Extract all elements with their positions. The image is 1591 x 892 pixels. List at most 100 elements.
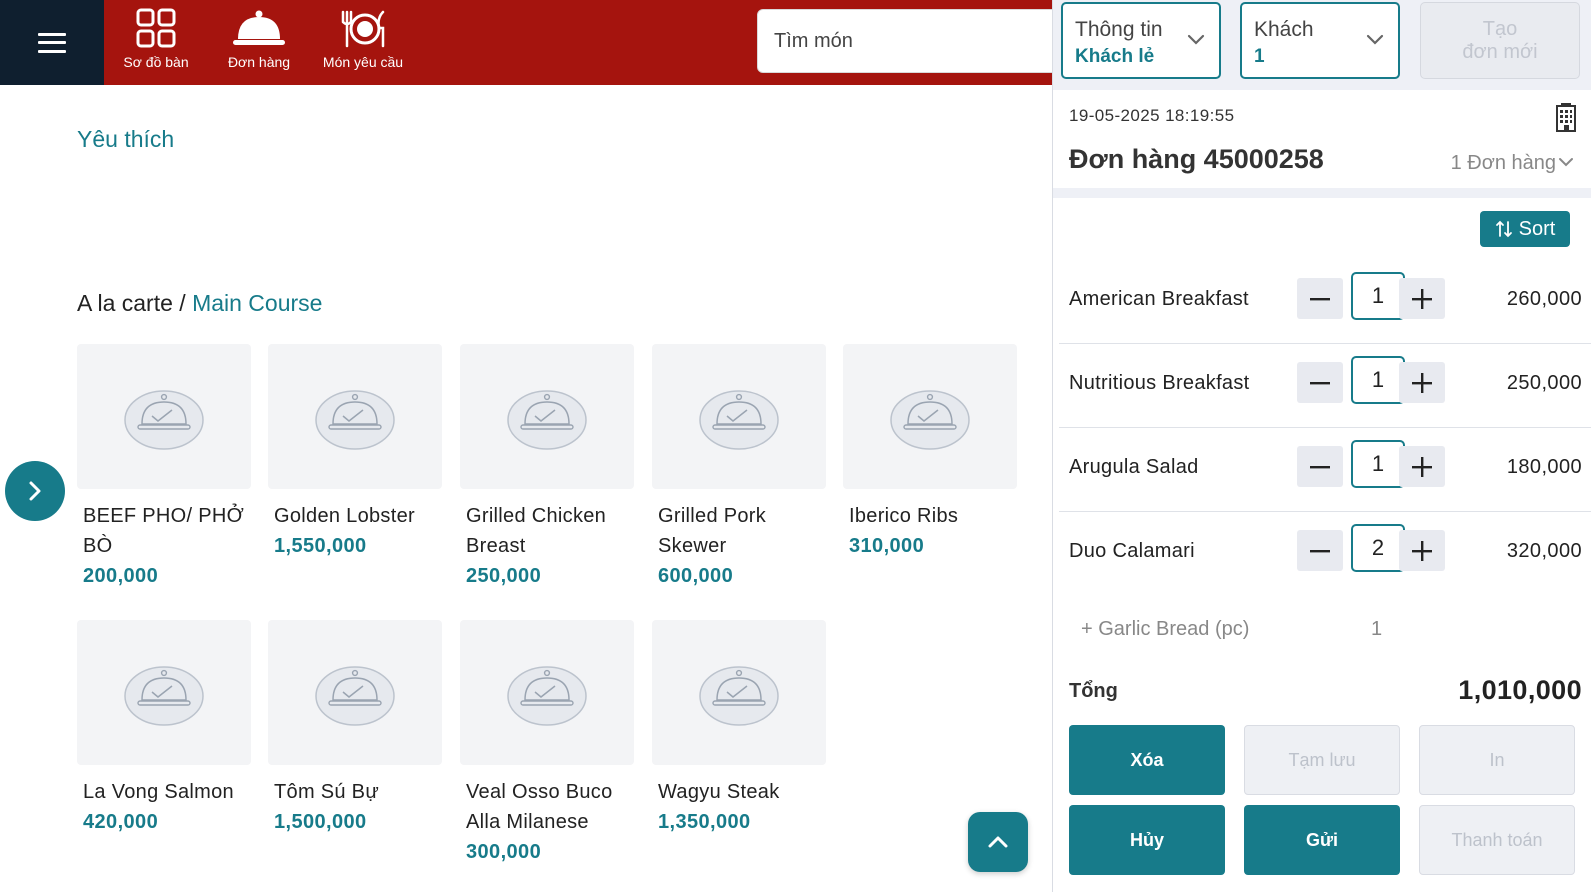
minus-icon — [1310, 549, 1330, 552]
decrease-qty-button[interactable] — [1297, 530, 1343, 571]
order-line: Nutritious Breakfast 1 250,000 — [1053, 344, 1591, 428]
product-card[interactable]: Iberico Ribs 310,000 — [843, 344, 1017, 561]
decrease-qty-button[interactable] — [1297, 362, 1343, 403]
chevron-down-icon — [1187, 34, 1205, 45]
order-line: American Breakfast 1 260,000 — [1053, 260, 1591, 344]
plus-icon — [1412, 540, 1432, 561]
send-button[interactable]: Gửi — [1244, 805, 1400, 875]
product-image-placeholder — [77, 620, 251, 765]
product-price: 200,000 — [83, 565, 159, 587]
pay-button[interactable]: Thanh toán — [1419, 805, 1575, 875]
product-card[interactable]: Veal Osso Buco Alla Milanese 300,000 — [460, 620, 634, 867]
guest-count-dropdown[interactable]: Khách 1 — [1240, 2, 1400, 79]
nav-requests-label: Món yêu cầu — [322, 54, 404, 70]
order-line-name: Nutritious Breakfast — [1069, 372, 1250, 394]
plus-icon — [1412, 288, 1432, 309]
product-name: Veal Osso Buco Alla Milanese — [466, 781, 613, 833]
food-cloche-icon — [699, 389, 779, 450]
order-line-amount: 180,000 — [1506, 456, 1582, 478]
product-name: Wagyu Steak — [658, 781, 780, 803]
hamburger-menu-button[interactable] — [0, 0, 104, 85]
order-line-name: Arugula Salad — [1069, 456, 1199, 478]
increase-qty-button[interactable] — [1399, 530, 1445, 571]
plus-icon — [1412, 456, 1432, 477]
product-name: Golden Lobster — [274, 505, 415, 527]
customer-info-dropdown[interactable]: Thông tin Khách lẻ — [1061, 2, 1221, 79]
product-price: 420,000 — [83, 811, 159, 833]
product-name: Tôm Sú Bự — [274, 781, 380, 803]
delete-button[interactable]: Xóa — [1069, 725, 1225, 795]
product-card[interactable]: La Vong Salmon 420,000 — [77, 620, 251, 837]
qty-input[interactable]: 1 — [1351, 272, 1405, 320]
increase-qty-button[interactable] — [1399, 362, 1445, 403]
increase-qty-button[interactable] — [1399, 446, 1445, 487]
product-image-placeholder — [460, 620, 634, 765]
modifier-qty: 1 — [1371, 618, 1383, 640]
order-header: 19-05-2025 18:19:55 Đơn hàng 45000258 1 … — [1053, 90, 1591, 188]
product-image-placeholder — [460, 344, 634, 489]
nav-orders-label: Đơn hàng — [227, 54, 291, 70]
new-order-button[interactable]: Tạo đơn mới — [1420, 2, 1580, 79]
product-price: 1,500,000 — [274, 811, 367, 833]
guest-count-value: 1 — [1254, 46, 1265, 67]
food-cloche-icon — [507, 389, 587, 450]
breadcrumb-current: Main Course — [192, 290, 323, 316]
qty-input[interactable]: 1 — [1351, 356, 1405, 404]
sort-button[interactable]: Sort — [1480, 211, 1570, 247]
product-price: 300,000 — [466, 841, 542, 863]
cancel-button[interactable]: Hủy — [1069, 805, 1225, 875]
cloche-icon — [232, 7, 286, 49]
breadcrumb-root[interactable]: A la carte — [77, 290, 173, 316]
product-price: 310,000 — [849, 535, 925, 557]
chevron-down-icon — [1366, 34, 1384, 45]
scroll-to-top-button[interactable] — [968, 812, 1028, 872]
minus-icon — [1310, 381, 1330, 384]
product-card[interactable]: Wagyu Steak 1,350,000 — [652, 620, 826, 837]
customer-info-value: Khách lẻ — [1075, 46, 1155, 67]
food-cloche-icon — [124, 389, 204, 450]
product-card[interactable]: BEEF PHO/ PHỞ BÒ 200,000 — [77, 344, 251, 591]
nav-requests[interactable]: Món yêu cầu — [311, 0, 415, 85]
product-price: 250,000 — [466, 565, 542, 587]
hold-button[interactable]: Tạm lưu — [1244, 725, 1400, 795]
new-order-label-line2: đơn mới — [1462, 41, 1538, 63]
product-name: La Vong Salmon — [83, 781, 234, 803]
order-line: Duo Calamari 2 320,000 — [1053, 512, 1591, 596]
chevron-down-icon — [1559, 158, 1573, 167]
new-order-label-line1: Tạo — [1482, 18, 1518, 40]
decrease-qty-button[interactable] — [1297, 278, 1343, 319]
product-price: 1,350,000 — [658, 811, 751, 833]
product-image-placeholder — [268, 620, 442, 765]
qty-input[interactable]: 2 — [1351, 524, 1405, 572]
chevron-right-icon — [29, 481, 41, 501]
favorites-title: Yêu thích — [77, 126, 175, 152]
sort-icon — [1495, 220, 1512, 238]
order-line-name: American Breakfast — [1069, 288, 1249, 310]
total-value: 1,010,000 — [1458, 675, 1582, 705]
order-count-selector[interactable]: 1 Đơn hàng — [1451, 152, 1556, 175]
product-image-placeholder — [77, 344, 251, 489]
product-card[interactable]: Grilled Chicken Breast 250,000 — [460, 344, 634, 591]
food-cloche-icon — [315, 389, 395, 450]
food-cloche-icon — [699, 665, 779, 726]
decrease-qty-button[interactable] — [1297, 446, 1343, 487]
total-label: Tổng — [1069, 680, 1118, 702]
sort-label: Sort — [1518, 217, 1556, 240]
building-icon[interactable] — [1554, 102, 1578, 137]
dining-icon — [339, 7, 387, 49]
product-image-placeholder — [652, 620, 826, 765]
nav-orders[interactable]: Đơn hàng — [207, 0, 311, 85]
grid-icon — [136, 7, 176, 49]
product-card[interactable]: Grilled Pork Skewer 600,000 — [652, 344, 826, 591]
search-input[interactable] — [758, 10, 1052, 72]
increase-qty-button[interactable] — [1399, 278, 1445, 319]
print-button[interactable]: In — [1419, 725, 1575, 795]
product-card[interactable]: Golden Lobster 1,550,000 — [268, 344, 442, 561]
nav-table-map[interactable]: Sơ đồ bàn — [104, 0, 208, 85]
expand-sidebar-button[interactable] — [5, 461, 65, 521]
breadcrumb-separator: / — [172, 290, 193, 316]
product-card[interactable]: Tôm Sú Bự 1,500,000 — [268, 620, 442, 837]
qty-input[interactable]: 1 — [1351, 440, 1405, 488]
product-image-placeholder — [652, 344, 826, 489]
search-box — [757, 9, 1052, 73]
